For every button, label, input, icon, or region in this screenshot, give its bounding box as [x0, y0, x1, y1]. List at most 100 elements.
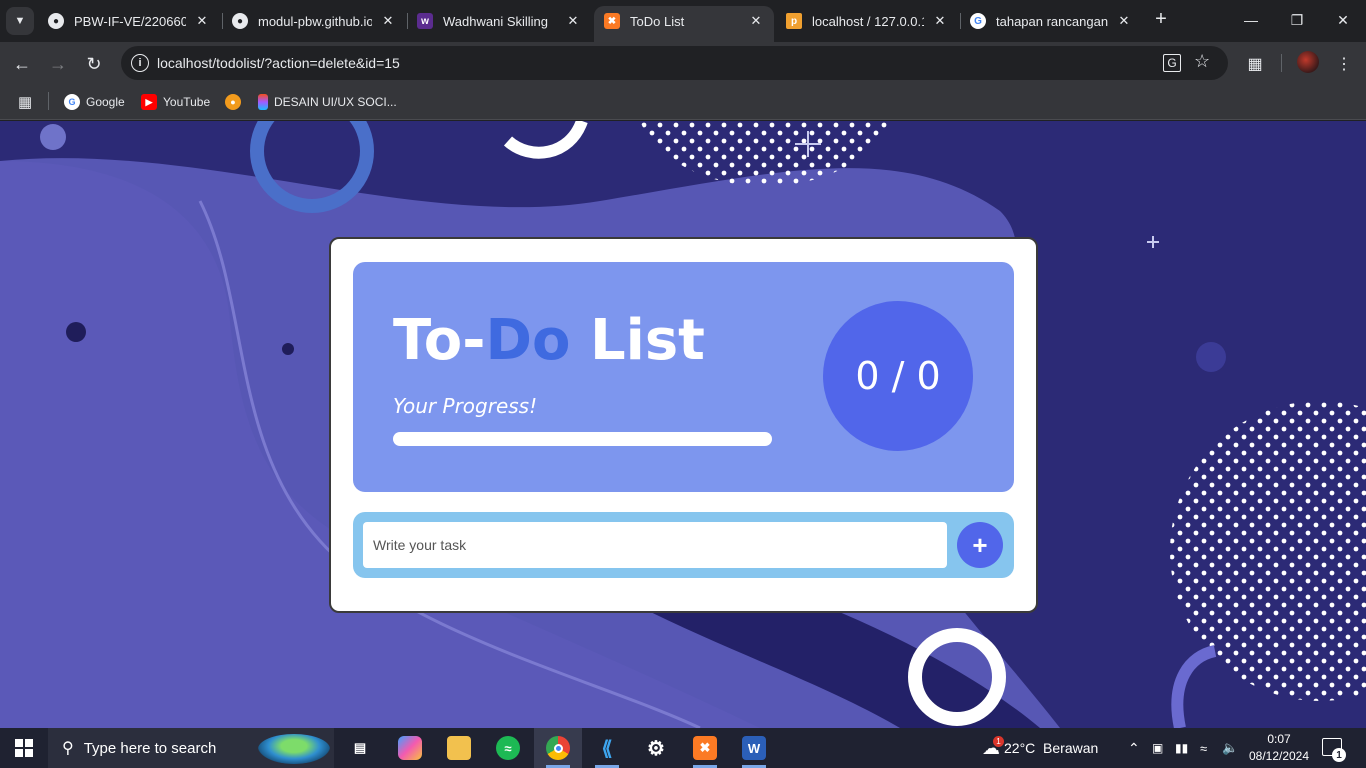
toolbar-divider — [1281, 54, 1282, 72]
browser-toolbar: ← → ↻ i localhost/todolist/?action=delet… — [0, 42, 1366, 84]
camera-icon: ▣ — [1152, 741, 1164, 755]
url-text[interactable]: localhost/todolist/?action=delete&id=15 — [157, 55, 400, 71]
arrow-left-icon: ← — [13, 53, 31, 74]
apps-grid-icon: ▦ — [18, 94, 33, 111]
chevron-down-icon: ▼ — [14, 15, 26, 27]
search-placeholder: Type here to search — [83, 739, 217, 757]
progress-panel: To-Do List Your Progress! 0 / 0 — [353, 262, 1014, 492]
close-icon[interactable]: ✕ — [932, 13, 948, 29]
phpmyadmin-icon: p — [786, 13, 802, 29]
page-viewport: To-Do List Your Progress! 0 / 0 + — [0, 121, 1366, 728]
wifi-icon[interactable]: ≈ — [1200, 728, 1207, 768]
settings-button[interactable]: ⚙ — [632, 728, 680, 768]
task-view-button[interactable]: ▤ — [336, 728, 384, 768]
xampp-icon: ✖ — [693, 736, 717, 760]
translate-icon[interactable]: G — [1163, 54, 1181, 72]
show-hidden-icons[interactable]: ⌃ — [1128, 728, 1140, 768]
todo-card: To-Do List Your Progress! 0 / 0 + — [329, 237, 1038, 613]
close-icon[interactable]: ✕ — [748, 13, 764, 29]
apps-button[interactable]: ▦ — [18, 92, 32, 112]
bookmark-star-icon[interactable]: ☆ — [1194, 51, 1210, 72]
task-counter: 0 / 0 — [823, 301, 973, 451]
vscode-button[interactable]: ⟪ — [583, 728, 631, 768]
profile-avatar[interactable] — [1297, 51, 1319, 73]
search-icon: ⚲ — [62, 740, 74, 757]
windows-taskbar: ⚲ Type here to search ▤ ≈ ⟪ ⚙ ✖ W ☁ 1 22°… — [0, 728, 1366, 768]
bookmark-label: DESAIN UI/UX SOCI... — [274, 95, 397, 109]
battery-icon-glyph: ▮▮ — [1175, 741, 1189, 755]
notification-count: 1 — [1332, 748, 1346, 762]
forward-button[interactable]: → — [44, 50, 72, 78]
minimize-button[interactable]: — — [1228, 6, 1274, 34]
spotify-icon: ≈ — [496, 736, 520, 760]
google-icon: G — [970, 13, 986, 29]
add-task-form: + — [353, 512, 1014, 578]
word-button[interactable]: W — [730, 728, 778, 768]
speaker-icon: 🔈 — [1222, 740, 1239, 755]
weather-widget[interactable]: ☁ 1 22°C Berawan — [982, 728, 1098, 768]
tab-search-button[interactable]: ▼ — [6, 7, 34, 35]
taskbar-search[interactable]: ⚲ Type here to search — [48, 728, 334, 768]
progress-bar — [393, 432, 772, 446]
tab-title: Wadhwani Skilling — [443, 13, 549, 29]
github-icon: ● — [48, 13, 64, 29]
battery-icon[interactable]: ▮▮ — [1175, 728, 1188, 768]
task-input[interactable] — [363, 522, 947, 568]
tab-google-search[interactable]: G tahapan rancangan p ✕ — [960, 6, 1142, 36]
site-info-icon[interactable]: i — [131, 54, 149, 72]
address-bar[interactable]: i localhost/todolist/?action=delete&id=1… — [121, 46, 1228, 80]
plus-icon: + — [1155, 7, 1167, 30]
clock-date: 08/12/2024 — [1248, 749, 1310, 763]
plus-icon: + — [972, 529, 988, 560]
close-window-button[interactable]: ✕ — [1320, 6, 1366, 34]
tab-title: ToDo List — [630, 13, 685, 29]
xampp-button[interactable]: ✖ — [681, 728, 729, 768]
wadhwani-icon: w — [417, 13, 433, 29]
tab-modul-pbw[interactable]: ● modul-pbw.github.io/ ✕ — [222, 6, 406, 36]
add-task-button[interactable]: + — [957, 522, 1003, 568]
restore-button[interactable]: ❐ — [1274, 6, 1320, 34]
weather-cloud-icon: ☁ 1 — [982, 735, 1004, 759]
bookmarks-bar: ▦ G Google ▶ YouTube ● DESAIN UI/UX SOCI… — [0, 84, 1366, 120]
extensions-button[interactable]: ▦ — [1241, 50, 1269, 78]
vscode-icon: ⟪ — [601, 737, 613, 760]
back-button[interactable]: ← — [8, 50, 36, 78]
title-part-2: Do — [485, 308, 571, 373]
progress-subtitle: Your Progress! — [393, 394, 538, 418]
tab-strip: ▼ ● PBW-IF-VE/22066012 ✕ ● modul-pbw.git… — [0, 0, 1366, 42]
xampp-icon: ✖ — [604, 13, 620, 29]
folder-icon — [447, 736, 471, 760]
close-icon[interactable]: ✕ — [565, 13, 581, 29]
close-icon[interactable]: ✕ — [1116, 13, 1132, 29]
chrome-button[interactable] — [534, 728, 582, 768]
volume-icon[interactable]: 🔈 — [1222, 728, 1238, 768]
kebab-menu-icon: ⋮ — [1336, 56, 1352, 73]
gear-icon: ⚙ — [647, 737, 665, 760]
bookmark-youtube[interactable]: ▶ YouTube — [141, 92, 210, 112]
copilot-button[interactable] — [386, 728, 434, 768]
meet-now-icon[interactable]: ▣ — [1152, 728, 1163, 768]
tab-wadhwani[interactable]: w Wadhwani Skilling ✕ — [407, 6, 591, 36]
tab-todo-list[interactable]: ✖ ToDo List ✕ — [594, 6, 774, 42]
bookmark-label: Google — [86, 95, 125, 109]
windows-icon — [15, 739, 33, 757]
bookmark-google[interactable]: G Google — [64, 92, 125, 112]
tab-title: localhost / 127.0.0.1 / — [812, 13, 924, 29]
reload-button[interactable]: ↻ — [80, 50, 108, 78]
menu-button[interactable]: ⋮ — [1330, 50, 1358, 78]
file-explorer-button[interactable] — [435, 728, 483, 768]
tab-phpmyadmin[interactable]: p localhost / 127.0.0.1 / ✕ — [776, 6, 958, 36]
start-button[interactable] — [0, 728, 48, 768]
tab-github-pbw[interactable]: ● PBW-IF-VE/22066012 ✕ — [38, 6, 220, 36]
bookmark-figma[interactable]: DESAIN UI/UX SOCI... — [258, 92, 397, 112]
close-icon[interactable]: ✕ — [194, 13, 210, 29]
wifi-icon-glyph: ≈ — [1200, 740, 1208, 756]
close-icon: ✕ — [1337, 11, 1349, 28]
bookmark-network[interactable]: ● — [225, 92, 247, 112]
bookmark-label: YouTube — [163, 95, 211, 109]
copilot-icon — [398, 736, 422, 760]
new-tab-button[interactable]: + — [1150, 8, 1172, 30]
close-icon[interactable]: ✕ — [380, 13, 396, 29]
spotify-button[interactable]: ≈ — [484, 728, 532, 768]
system-clock[interactable]: 0:07 08/12/2024 — [1244, 731, 1314, 765]
